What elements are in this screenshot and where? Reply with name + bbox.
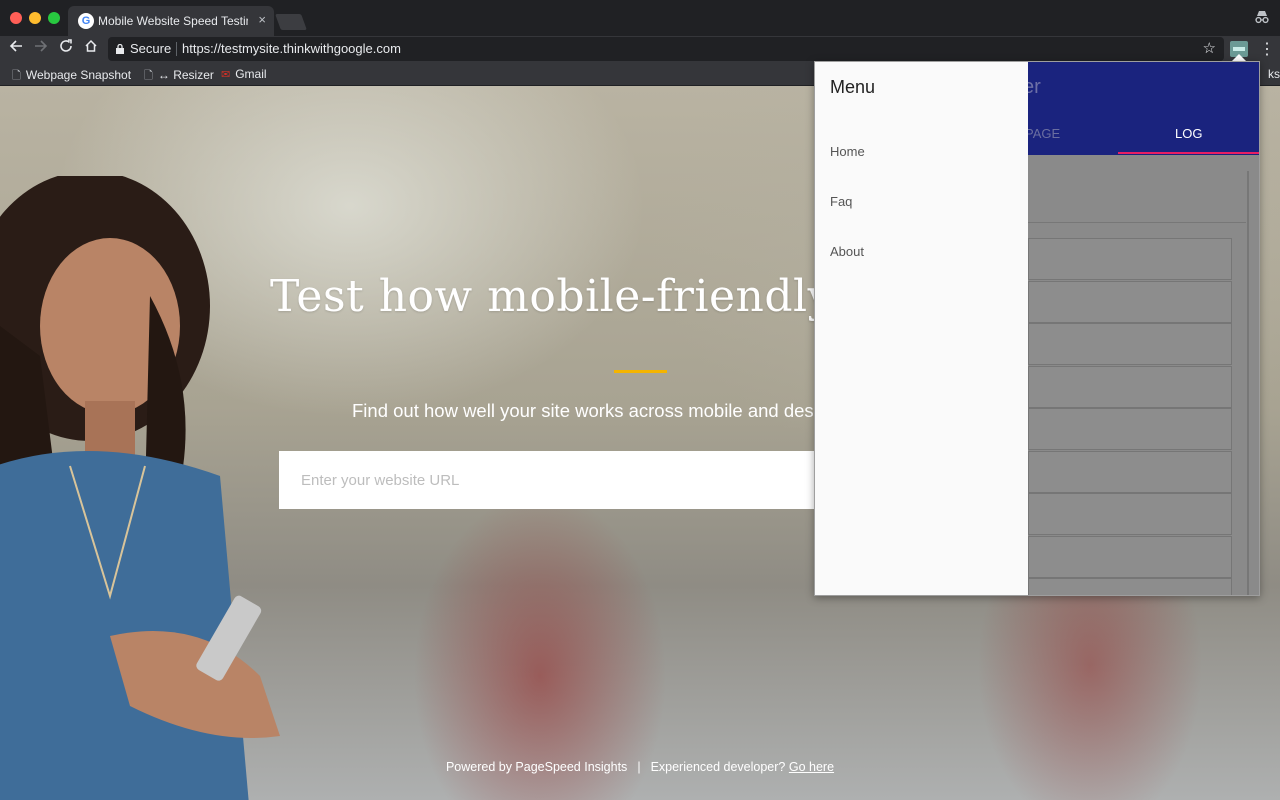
other-bookmarks[interactable]: ks — [1268, 67, 1280, 81]
hero-subtitle: Find out how well your site works across… — [352, 400, 814, 421]
drawer-item-about[interactable]: About — [830, 244, 864, 259]
go-here-link[interactable]: Go here — [789, 760, 834, 774]
tab-title: Mobile Website Speed Testing — [98, 14, 248, 28]
bookmark-resizer[interactable]: 🗋 ↔ Resizer — [144, 67, 214, 86]
browser-titlebar: G Mobile Website Speed Testing × — [0, 0, 1280, 36]
omnibox-divider — [176, 42, 177, 56]
browser-toolbar: Secure https://testmysite.thinkwithgoogl… — [0, 36, 1280, 62]
log-row[interactable] — [1028, 281, 1232, 323]
extension-popup: er PAGE LOG Menu Home Faq About — [814, 61, 1260, 596]
popup-caret — [1232, 54, 1246, 61]
log-row[interactable] — [1028, 238, 1232, 280]
menu-drawer: Menu Home Faq About — [815, 62, 1028, 595]
tab-page[interactable]: PAGE — [1025, 126, 1060, 141]
google-favicon: G — [78, 13, 94, 29]
lock-icon — [116, 42, 124, 54]
drawer-title: Menu — [830, 77, 876, 97]
log-row[interactable] — [1028, 366, 1232, 408]
bookmark-gmail[interactable]: ✉ Gmail — [221, 67, 267, 81]
bookmark-label: Webpage Snapshot — [25, 68, 132, 82]
incognito-icon — [1254, 10, 1270, 27]
secure-label: Secure — [130, 41, 172, 56]
active-tab-indicator — [1118, 152, 1259, 154]
close-window-button[interactable] — [10, 12, 22, 24]
reload-icon[interactable] — [59, 39, 73, 59]
maximize-window-button[interactable] — [48, 12, 60, 24]
hero-divider — [614, 370, 667, 373]
log-row[interactable] — [1028, 451, 1232, 493]
footer-separator: | — [637, 760, 641, 774]
minimize-window-button[interactable] — [29, 12, 41, 24]
forward-icon[interactable] — [34, 39, 48, 59]
log-row[interactable] — [1028, 323, 1232, 365]
tab-close-icon[interactable]: × — [258, 12, 266, 27]
log-row[interactable] — [1028, 493, 1232, 535]
back-icon[interactable] — [9, 39, 23, 59]
log-row[interactable] — [1028, 578, 1232, 595]
tab-log[interactable]: LOG — [1175, 126, 1202, 141]
drawer-item-home[interactable]: Home — [830, 144, 865, 159]
menu-icon[interactable]: ⋮ — [1259, 39, 1275, 59]
bookmark-webpage-snapshot[interactable]: 🗋 Webpage Snapshot — [12, 67, 131, 86]
hero-title: Test how mobile-friendly yo — [270, 271, 900, 322]
drawer-item-faq[interactable]: Faq — [830, 194, 852, 209]
page-icon: 🗋 — [12, 70, 21, 82]
log-row[interactable] — [1028, 408, 1232, 450]
star-icon[interactable]: ☆ — [1203, 39, 1216, 57]
bookmark-label: Gmail — [235, 67, 267, 81]
powered-by-text: Powered by PageSpeed Insights — [445, 760, 628, 774]
new-tab-button[interactable] — [275, 14, 307, 30]
browser-tab[interactable]: G Mobile Website Speed Testing × — [68, 6, 274, 36]
log-header-strip — [1028, 155, 1246, 223]
gmail-icon: ✉ — [221, 69, 231, 81]
home-icon[interactable] — [84, 39, 98, 59]
url-text[interactable]: https://testmysite.thinkwithgoogle.com — [182, 41, 401, 56]
developer-prompt: Experienced developer? — [650, 760, 786, 774]
popup-scrollbar[interactable] — [1247, 171, 1249, 595]
page-footer: Powered by PageSpeed Insights | Experience… — [0, 760, 1280, 774]
bookmark-label: ↔ Resizer — [157, 68, 214, 82]
page-icon: 🗋 — [144, 70, 153, 82]
log-row[interactable] — [1028, 536, 1232, 578]
address-bar[interactable]: Secure https://testmysite.thinkwithgoogl… — [108, 37, 1224, 61]
